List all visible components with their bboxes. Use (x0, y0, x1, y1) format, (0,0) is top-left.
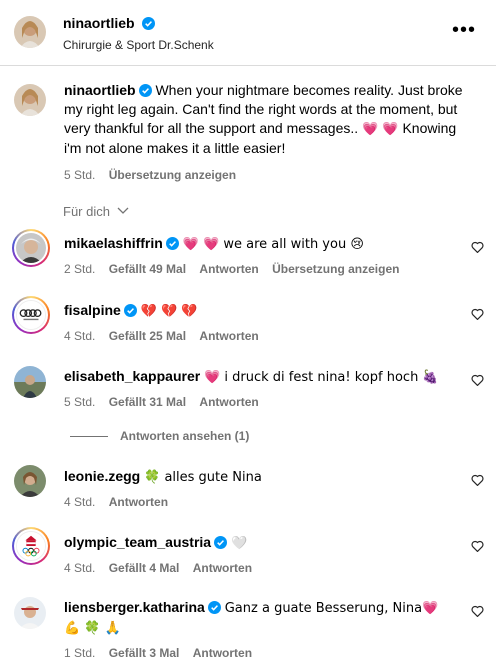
reply-button[interactable]: Antworten (193, 646, 252, 660)
translate-button[interactable]: Übersetzung anzeigen (272, 262, 399, 276)
sort-dropdown[interactable]: Für dich (63, 204, 129, 219)
avatar[interactable] (14, 366, 46, 398)
view-replies-label: Antworten ansehen (1) (120, 429, 250, 443)
comment-time[interactable]: 2 Std. (64, 262, 95, 276)
comment-text: 💗 💗 we are all with you 😢 (182, 237, 364, 252)
comment-text: 💗 i druck di fest nina! kopf hoch 🍇 (204, 370, 439, 385)
caption-username[interactable]: ninaortlieb (64, 82, 136, 98)
verified-badge-icon (214, 536, 228, 549)
sort-label: Für dich (63, 204, 110, 219)
comment-avatar-story-ring[interactable] (12, 296, 50, 334)
heart-icon[interactable] (471, 474, 484, 486)
comment-item: fisalpine 💔 💔 💔 4 Std. Gefällt 25 Mal An… (64, 301, 464, 346)
chevron-down-icon (117, 207, 129, 214)
comment-username[interactable]: fisalpine (64, 302, 121, 318)
comment-text: 🍀 alles gute Nina (144, 470, 262, 485)
replies-divider (70, 436, 108, 438)
comment-item: olympic_team_austria 🤍 4 Std. Gefällt 4 … (64, 533, 464, 578)
reply-button[interactable]: Antworten (109, 495, 168, 509)
reply-button[interactable]: Antworten (199, 395, 258, 409)
comment-item: mikaelashiffrin 💗 💗 we are all with you … (64, 234, 464, 279)
view-replies-button[interactable]: Antworten ansehen (1) (70, 429, 249, 443)
reply-button[interactable]: Antworten (193, 561, 252, 575)
avatar[interactable] (14, 597, 46, 629)
comment-time[interactable]: 1 Std. (64, 646, 95, 660)
comment-item: liensberger.katharina Ganz a guate Besse… (64, 598, 454, 663)
comment-username[interactable]: elisabeth_kappaurer (64, 368, 200, 384)
comment-item: elisabeth_kappaurer 💗 i druck di fest ni… (64, 367, 464, 412)
comment-time[interactable]: 4 Std. (64, 329, 95, 343)
translate-button[interactable]: Übersetzung anzeigen (109, 168, 236, 182)
more-horizontal-icon[interactable]: ••• (452, 20, 476, 40)
verified-badge-icon (123, 304, 137, 317)
caption-emoji: 💗 💗 (362, 122, 399, 137)
likes-count[interactable]: Gefällt 4 Mal (109, 561, 180, 575)
comment-username[interactable]: leonie.zegg (64, 468, 140, 484)
caption-time[interactable]: 5 Std. (64, 168, 95, 182)
likes-count[interactable]: Gefällt 25 Mal (109, 329, 186, 343)
likes-count[interactable]: Gefällt 3 Mal (109, 646, 180, 660)
comment-time[interactable]: 5 Std. (64, 395, 95, 409)
avatar[interactable] (14, 465, 46, 497)
heart-icon[interactable] (471, 374, 484, 386)
comment-username[interactable]: mikaelashiffrin (64, 235, 163, 251)
caption-avatar[interactable] (14, 84, 46, 116)
verified-badge-icon (138, 84, 152, 97)
avatar[interactable] (14, 16, 46, 48)
likes-count[interactable]: Gefällt 49 Mal (109, 262, 186, 276)
heart-icon[interactable] (471, 540, 484, 552)
heart-icon[interactable] (471, 605, 484, 617)
comment-time[interactable]: 4 Std. (64, 561, 95, 575)
comment-text: 💔 💔 💔 (140, 304, 198, 319)
avatar (16, 531, 46, 561)
reply-button[interactable]: Antworten (199, 262, 258, 276)
comment-avatar-story-ring[interactable] (12, 229, 50, 267)
comment-text: 🤍 (230, 536, 248, 551)
comment-time[interactable]: 4 Std. (64, 495, 95, 509)
avatar (16, 300, 46, 330)
comment-username[interactable]: olympic_team_austria (64, 534, 211, 550)
comment-item: leonie.zegg 🍀 alles gute Nina 4 Std. Ant… (64, 467, 464, 512)
heart-icon[interactable] (471, 241, 484, 253)
verified-badge-icon (142, 17, 156, 30)
reply-button[interactable]: Antworten (199, 329, 258, 343)
username[interactable]: ninaortlieb (63, 15, 135, 31)
comment-username[interactable]: liensberger.katharina (64, 599, 205, 615)
post-header: ninaortlieb Chirurgie & Sport Dr.Schenk … (0, 0, 496, 66)
comment-avatar-story-ring[interactable] (12, 527, 50, 565)
heart-icon[interactable] (471, 308, 484, 320)
verified-badge-icon (165, 237, 179, 250)
verified-badge-icon (207, 601, 221, 614)
post-caption: ninaortlieb When your nightmare becomes … (64, 81, 472, 185)
likes-count[interactable]: Gefällt 31 Mal (109, 395, 186, 409)
avatar (16, 233, 46, 263)
location-subtitle[interactable]: Chirurgie & Sport Dr.Schenk (63, 38, 214, 52)
